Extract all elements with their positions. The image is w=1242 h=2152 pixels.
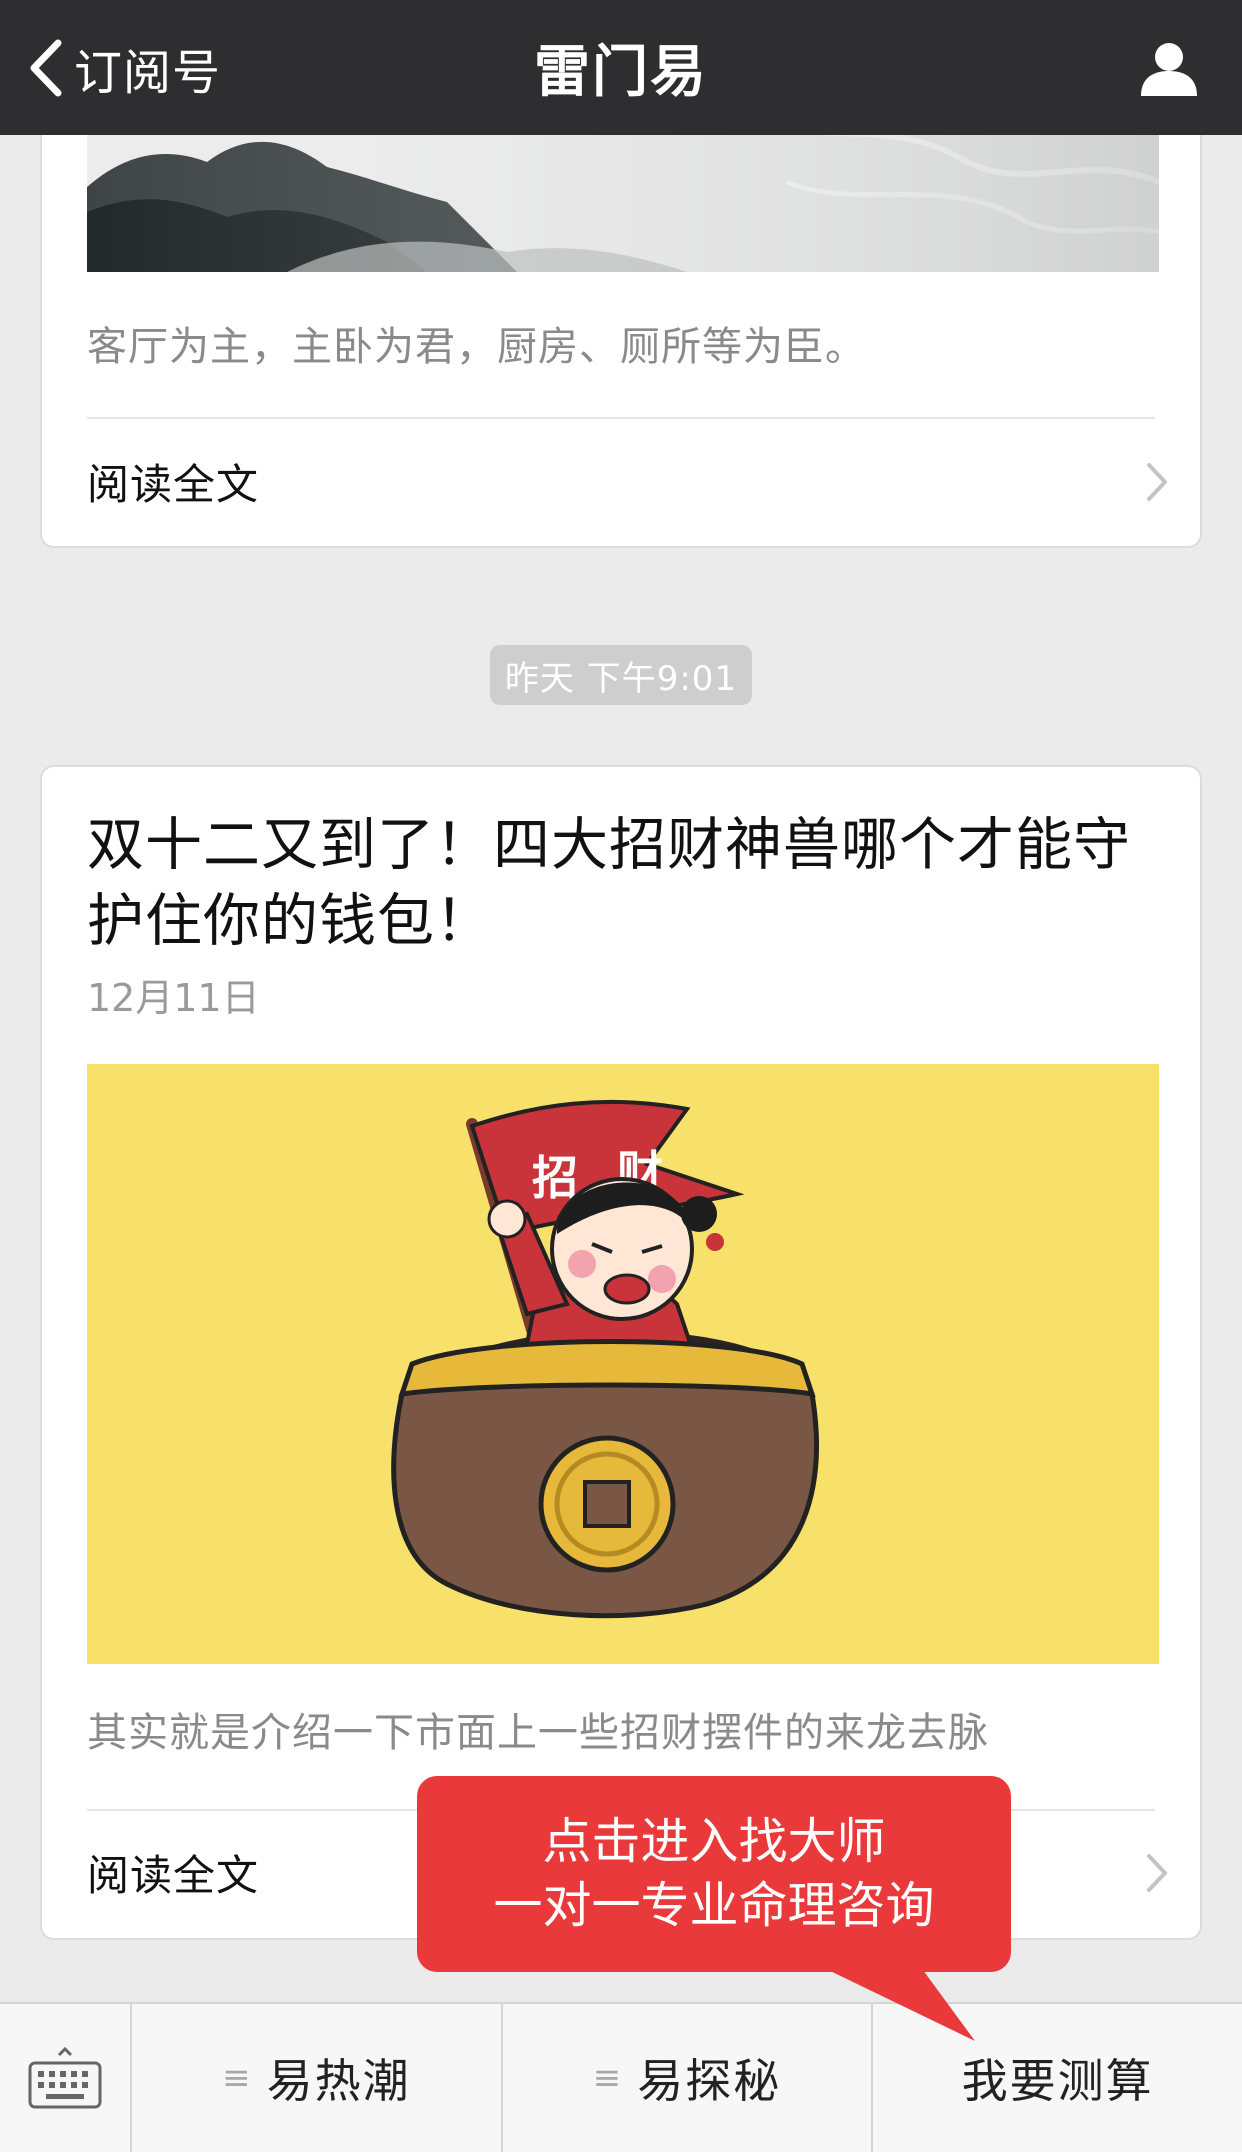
article-card-main[interactable]: 双十二又到了！四大招财神兽哪个才能守护住你的钱包！ 12月11日 招 财 其实就…: [40, 765, 1202, 1940]
flag-text-1: 招: [532, 1151, 578, 1205]
read-more-label: 阅读全文: [87, 1851, 260, 1900]
bottom-menu-bar: ≡ 易热潮 ≡ 易探秘 我要测算: [0, 2002, 1242, 2152]
read-more-label: 阅读全文: [87, 460, 260, 509]
promo-callout: 点击进入找大师 一对一专业命理咨询: [417, 1776, 1011, 1972]
submenu-icon: ≡: [222, 2058, 253, 2098]
message-timestamp: 昨天 下午9:01: [490, 645, 752, 705]
person-icon[interactable]: [1138, 38, 1200, 100]
chevron-left-icon: [30, 39, 62, 97]
callout-line-1: 点击进入找大师: [542, 1813, 886, 1870]
article-title[interactable]: 双十二又到了！四大招财神兽哪个才能守护住你的钱包！: [87, 807, 1159, 959]
menu-item-label: 我要测算: [961, 2054, 1154, 2108]
callout-pointer: [820, 1966, 975, 2041]
article-summary: 客厅为主，主卧为君，厨房、厕所等为臣。: [87, 324, 866, 370]
keyboard-toggle-button[interactable]: [0, 2004, 132, 2152]
submenu-icon: ≡: [592, 2058, 624, 2098]
article-cover-image[interactable]: 招 财: [87, 1064, 1159, 1664]
menu-item-hot-trends[interactable]: ≡ 易热潮: [132, 2004, 503, 2152]
navigation-bar: 订阅号 雷门易: [0, 0, 1242, 135]
article-date: 12月11日: [87, 976, 260, 1020]
divider: [87, 417, 1155, 419]
article-summary: 其实就是介绍一下市面上一些招财摆件的来龙去脉: [87, 1710, 989, 1756]
chevron-right-icon: [1147, 1853, 1167, 1892]
back-button[interactable]: 订阅号: [26, 30, 221, 106]
chevron-right-icon: [1147, 462, 1167, 501]
callout-line-2: 一对一专业命理咨询: [493, 1877, 935, 1934]
menu-item-label: 易热潮: [266, 2054, 411, 2108]
read-more-link[interactable]: 阅读全文: [87, 434, 1170, 529]
back-button-label: 订阅号: [74, 45, 222, 101]
menu-item-label: 易探秘: [637, 2054, 782, 2108]
article-card-previous[interactable]: 客厅为主，主卧为君，厨房、厕所等为臣。 阅读全文: [40, 90, 1202, 548]
keyboard-icon: [28, 2046, 102, 2109]
